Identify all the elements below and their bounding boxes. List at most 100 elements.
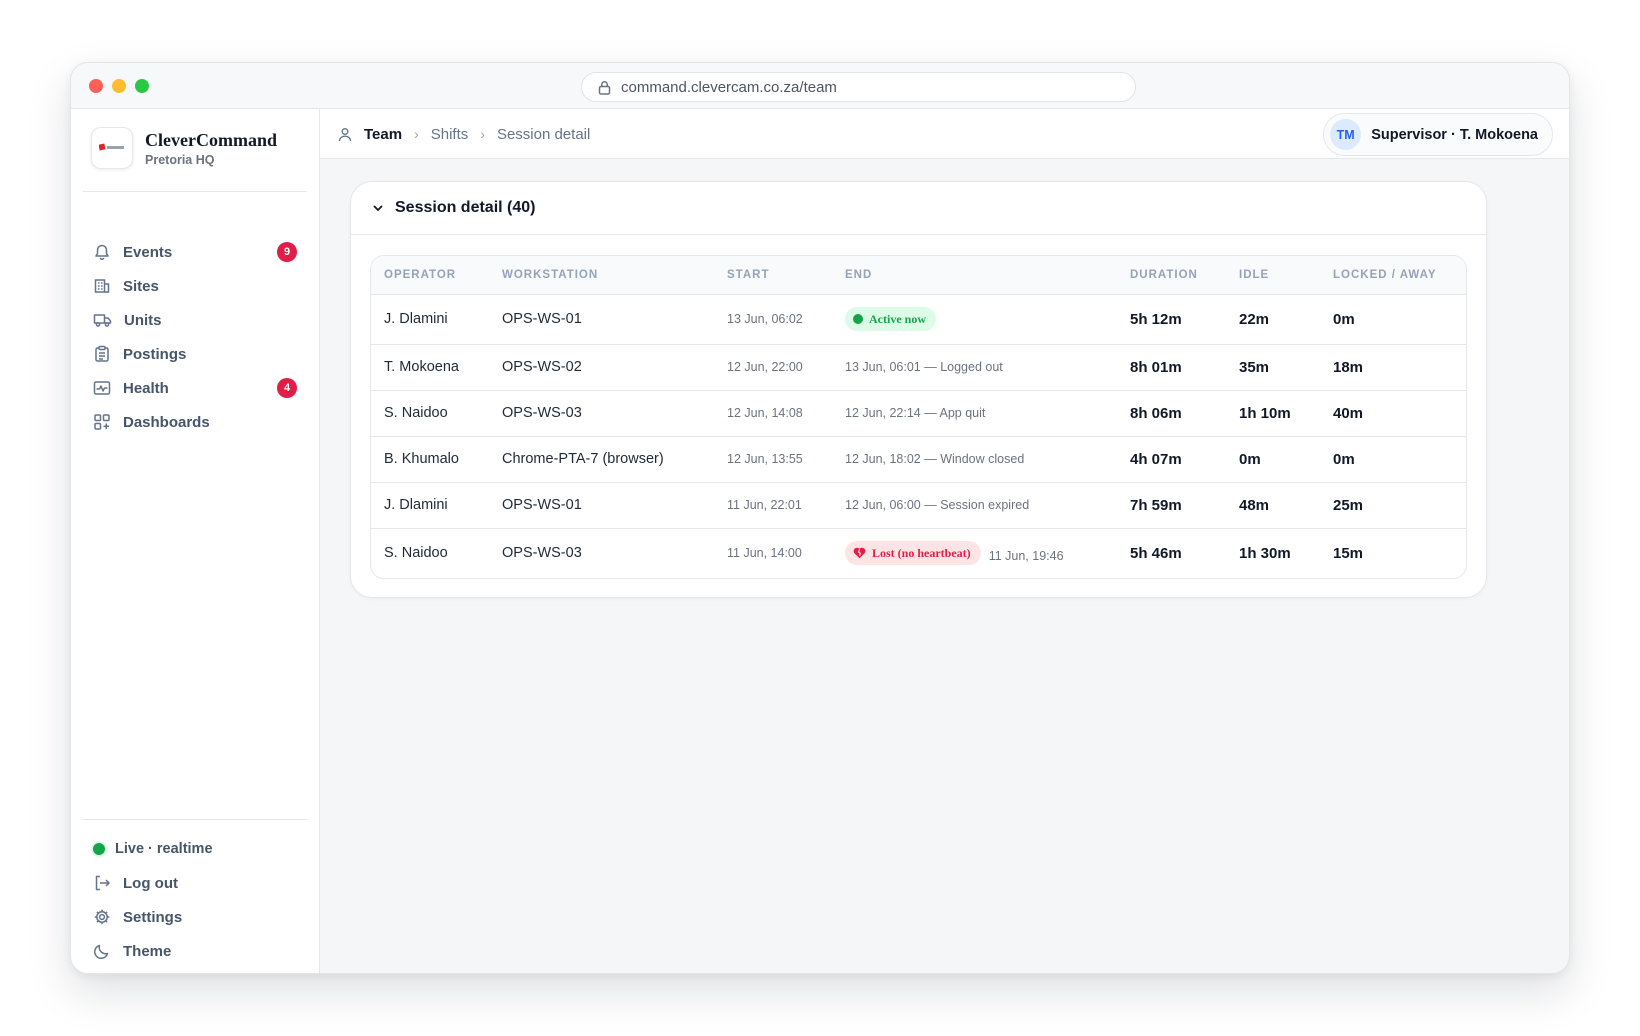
sidebar-item-events[interactable]: Events 9 [83, 235, 307, 269]
sidebar-item-label: Events [123, 243, 173, 261]
gear-icon [94, 909, 110, 925]
sidebar-item-label: Postings [123, 345, 187, 363]
sidebar-item-label: Theme [123, 942, 172, 960]
sidebar-footer: Live · realtime Log out Settings Theme [83, 832, 307, 968]
end-cell: 13 Jun, 06:01 — Logged out [845, 360, 1003, 374]
sidebar-item-units[interactable]: Units [83, 303, 307, 337]
table-row[interactable]: T. Mokoena OPS-WS-02 12 Jun, 22:00 13 Ju… [371, 344, 1466, 390]
end-cell: Lost (no heartbeat) 11 Jun, 19:46 [832, 528, 1117, 578]
top-bar: Team › Shifts › Session detail TM Superv… [320, 109, 1569, 159]
settings-button[interactable]: Settings [83, 900, 307, 934]
logout-button[interactable]: Log out [83, 866, 307, 900]
end-cell: 12 Jun, 18:02 — Window closed [845, 452, 1025, 466]
end-cell: 12 Jun, 22:14 — App quit [845, 406, 986, 420]
theme-button[interactable]: Theme [83, 934, 307, 968]
live-status: Live · realtime [83, 832, 307, 866]
idle-cell: 48m [1239, 496, 1270, 514]
chevron-right-icon: › [480, 126, 485, 142]
table-row[interactable]: S. Naidoo OPS-WS-03 12 Jun, 14:08 12 Jun… [371, 390, 1466, 436]
column-header-duration[interactable]: DURATION [1117, 256, 1226, 295]
table-row[interactable]: S. Naidoo OPS-WS-03 11 Jun, 14:00 Lost (… [371, 528, 1466, 578]
sidebar-item-label: Units [124, 311, 162, 329]
browser-titlebar: command.clevercam.co.za/team [71, 63, 1569, 109]
operator-cell: J. Dlamini [384, 311, 448, 327]
start-cell: 12 Jun, 14:08 [727, 406, 803, 420]
duration-cell: 5h 12m [1130, 310, 1182, 328]
url-text: command.clevercam.co.za/team [621, 78, 837, 96]
table-header-row: OPERATOR WORKSTATION START END DURATION … [371, 256, 1466, 295]
sidebar-item-postings[interactable]: Postings [83, 337, 307, 371]
operator-cell: B. Khumalo [384, 451, 459, 467]
sidebar-item-label: Settings [123, 908, 183, 926]
sidebar-divider [83, 191, 307, 192]
idle-cell: 1h 10m [1239, 404, 1291, 422]
start-cell: 11 Jun, 14:00 [727, 546, 802, 561]
breadcrumb-shifts[interactable]: Shifts [431, 126, 469, 143]
brand[interactable]: CleverCommand Pretoria HQ [91, 127, 277, 169]
column-header-locked-away[interactable]: LOCKED / AWAY [1320, 256, 1466, 295]
moon-icon [93, 944, 109, 960]
lock-icon [598, 80, 611, 95]
status-dot [853, 314, 863, 324]
operator-cell: S. Naidoo [384, 545, 448, 562]
user-label: Supervisor · T. Mokoena [1371, 126, 1538, 143]
sidebar-item-health[interactable]: Health 4 [83, 371, 307, 405]
column-header-end[interactable]: END [832, 256, 1117, 295]
breadcrumb-session-detail: Session detail [496, 125, 591, 143]
sidebar-item-dashboards[interactable]: Dashboards [83, 405, 307, 439]
end-cell: 12 Jun, 06:00 — Session expired [845, 498, 1030, 512]
sessions-table: OPERATOR WORKSTATION START END DURATION … [370, 255, 1467, 579]
minimize-window-button[interactable] [112, 79, 126, 93]
table-row[interactable]: B. Khumalo Chrome-PTA-7 (browser) 12 Jun… [371, 436, 1466, 482]
breadcrumb-team[interactable]: Team [364, 126, 402, 143]
duration-cell: 7h 59m [1130, 496, 1182, 514]
end-time: 11 Jun, 19:46 [988, 549, 1064, 564]
idle-cell: 35m [1239, 358, 1270, 376]
close-window-button[interactable] [89, 79, 103, 93]
brand-name: CleverCommand [145, 130, 277, 150]
user-menu[interactable]: TM Supervisor · T. Mokoena [1323, 113, 1553, 156]
idle-cell: 0m [1239, 450, 1261, 468]
sidebar-item-label: Sites [123, 277, 159, 295]
card-title: Session detail (40) [395, 199, 536, 216]
table-row[interactable]: J. Dlamini OPS-WS-01 13 Jun, 06:02 Activ… [371, 294, 1466, 344]
workstation-cell: OPS-WS-02 [502, 359, 582, 375]
column-header-operator[interactable]: OPERATOR [371, 256, 489, 295]
broken-heart-icon [853, 548, 866, 559]
table-row[interactable]: J. Dlamini OPS-WS-01 11 Jun, 22:01 12 Ju… [371, 482, 1466, 528]
bell-icon [95, 244, 109, 260]
browser-window: command.clevercam.co.za/team CleverComma… [70, 62, 1570, 974]
column-header-workstation[interactable]: WORKSTATION [489, 256, 714, 295]
card-header[interactable]: Session detail (40) [351, 182, 1486, 235]
address-bar[interactable]: command.clevercam.co.za/team [581, 72, 1136, 102]
lost-heartbeat-badge: Lost (no heartbeat) [845, 541, 981, 566]
chevron-right-icon: › [414, 126, 419, 142]
duration-cell: 4h 07m [1130, 450, 1182, 468]
user-icon [338, 127, 352, 141]
locked-away-cell: 40m [1333, 404, 1364, 422]
clipboard-icon [95, 345, 109, 362]
sidebar-item-label: Log out [123, 874, 178, 892]
chevron-down-icon[interactable] [373, 205, 383, 212]
duration-cell: 8h 01m [1130, 358, 1182, 376]
session-detail-card: Session detail (40) OPERATOR WORKSTATION… [350, 181, 1487, 598]
live-status-label: Live · realtime [115, 841, 213, 857]
workstation-cell: OPS-WS-01 [502, 497, 582, 513]
live-indicator-dot [93, 843, 105, 855]
duration-cell: 5h 46m [1130, 544, 1182, 562]
column-header-idle[interactable]: IDLE [1226, 256, 1320, 295]
lost-heartbeat-label: Lost (no heartbeat) [872, 545, 971, 560]
start-cell: 13 Jun, 06:02 [727, 312, 803, 326]
workstation-cell: Chrome-PTA-7 (browser) [502, 451, 664, 467]
start-cell: 12 Jun, 22:00 [727, 360, 803, 374]
brand-location: Pretoria HQ [145, 153, 215, 167]
start-cell: 12 Jun, 13:55 [727, 452, 803, 466]
sidebar-item-sites[interactable]: Sites [83, 269, 307, 303]
events-count-badge: 9 [277, 242, 297, 262]
sidebar-item-label: Dashboards [123, 413, 210, 431]
maximize-window-button[interactable] [135, 79, 149, 93]
active-now-label: Active now [869, 311, 926, 326]
column-header-start[interactable]: START [714, 256, 832, 295]
active-now-badge: Active now [845, 307, 936, 331]
end-cell: Active now [832, 294, 1117, 344]
